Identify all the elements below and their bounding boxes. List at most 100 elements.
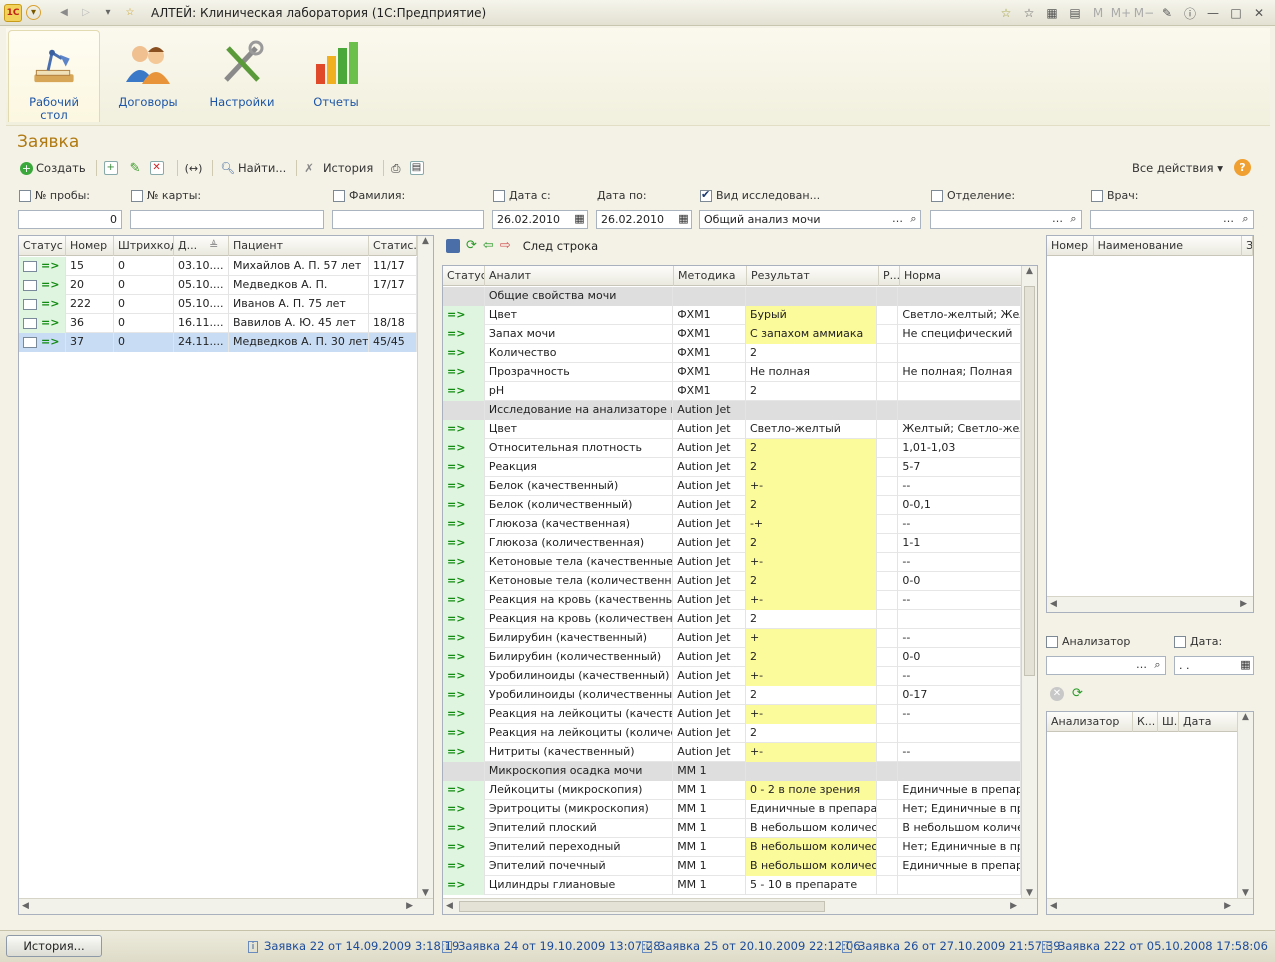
section-reports[interactable]: Отчеты [290,30,382,122]
history-link[interactable]: i Заявка 26 от 27.10.2009 21:57:39 [842,939,1061,953]
result-cell[interactable]: С запахом аммиака [745,325,878,344]
result-cell[interactable]: +- [745,553,878,572]
history-link[interactable]: i Заявка 25 от 20.10.2009 22:12:06 [642,939,861,953]
group-row[interactable]: Общие свойства мочи [443,287,1021,306]
tools-menu-icon[interactable]: ✎ [1157,3,1177,23]
group-row[interactable]: Микроскопия осадка мочи ММ 1 [443,762,1021,781]
filter-department-checkbox[interactable] [931,189,943,202]
all-actions-menu[interactable]: Все действия ▾ [1132,161,1223,175]
column-header[interactable]: Статус [19,236,66,256]
analyzers-hscroll[interactable]: ◀ ▶ [1047,898,1253,914]
result-cell[interactable]: 2 [745,458,878,477]
preview-button[interactable]: ▤ [407,158,430,178]
search-icon[interactable]: ⌕ [1065,211,1082,228]
calendar-icon[interactable]: ▦ [675,211,692,228]
add-favorite-icon[interactable]: ☆ [996,3,1016,23]
select-ellipsis-button[interactable]: … [889,211,906,228]
result-cell[interactable]: 2 [745,496,878,515]
table-row[interactable]: => Кетоновые тела (качественные) Aution Je… [443,553,1021,572]
column-header[interactable]: Номер [66,236,114,256]
favorites-icon[interactable]: ☆ [1019,3,1039,23]
calculator-icon[interactable]: ▤ [1065,3,1085,23]
main-menu-icon[interactable]: ▾ [26,5,41,20]
analyzers-grid[interactable]: Анализатор К... Ш. Дата ▲ ▼ ◀ ▶ [1046,711,1254,915]
info-icon[interactable]: ⓘ [1180,3,1200,23]
find-button[interactable]: 🔍︎ Найти... [217,158,289,178]
column-header[interactable]: Наименование [1094,236,1243,256]
filter-department[interactable]: Отделение: [931,189,1015,202]
next-row-button[interactable]: След строка [523,239,598,253]
link-button[interactable]: (↔) [182,158,206,178]
favorite-star-icon[interactable]: ☆ [121,4,139,22]
calendar-icon[interactable]: ▦ [1042,3,1062,23]
result-cell[interactable] [745,287,878,306]
table-row[interactable]: => Реакция на кровь (количественн... Autio… [443,610,1021,629]
table-row[interactable]: => Эритроциты (микроскопия) ММ 1 Единичные … [443,800,1021,819]
table-row[interactable]: => Прозрачность ФХМ1 Не полная Не полная; По… [443,363,1021,382]
table-row[interactable]: => Билирубин (качественный) Aution Jet + -- [443,629,1021,648]
group-row[interactable]: Исследование на анализаторе м... Aution J… [443,401,1021,420]
column-header[interactable]: Норма [900,266,1023,286]
filter-doctor[interactable]: Врач: [1091,189,1138,202]
filter-card-checkbox[interactable] [131,189,143,202]
table-row[interactable]: => Лейкоциты (микроскопия) ММ 10 - 2 в пол… [443,781,1021,800]
analyses-grid[interactable]: Статус Аналит Методика Результат Р... Но… [442,265,1038,915]
column-header[interactable]: Д... ≜ [174,236,229,256]
result-cell[interactable]: 0 - 2 в поле зрения [745,781,878,800]
filter-surname-checkbox[interactable] [333,189,345,202]
result-cell[interactable]: +- [745,667,878,686]
filter-date-from[interactable]: Дата с: [493,189,551,202]
result-cell[interactable]: В небольшом количес... [745,838,878,857]
select-ellipsis-button[interactable]: … [1220,211,1237,228]
result-cell[interactable]: 2 [746,382,878,401]
analyses-vscroll[interactable]: ▲ ▼ [1021,266,1037,900]
close-icon[interactable]: ✕ [1249,3,1269,23]
section-contracts[interactable]: Договоры [102,30,194,122]
column-header[interactable]: Пациент [229,236,369,256]
card-no-input[interactable] [130,210,324,229]
table-row[interactable]: => Эпителий переходный ММ 1В небольшом кол… [443,838,1021,857]
search-icon[interactable]: ⌕ [1237,211,1254,228]
table-row[interactable]: => 36 0 16.11.... Вавилов А. Ю. 45 лет 18/18 [19,314,417,333]
filter-date-from-checkbox[interactable] [493,189,505,202]
orders-vscroll[interactable]: ▲ ▼ [417,236,433,900]
table-row[interactable]: =>ЦветФХМ1Бурый Светло-желтый; Желть [443,306,1021,325]
column-header[interactable]: Аналит [485,266,674,286]
section-settings[interactable]: Настройки [196,30,288,122]
date-checkbox[interactable] [1174,635,1186,648]
result-cell[interactable]: 2 [745,534,878,553]
app-logo-icon[interactable]: 1С [4,3,22,22]
column-header[interactable]: Методика [674,266,747,286]
result-cell[interactable] [745,762,878,781]
filter-sample-no[interactable]: № пробы: [19,189,90,202]
column-header[interactable]: Р... [879,266,900,286]
orders-hscroll[interactable]: ◀ ▶ [19,898,433,914]
result-cell[interactable]: 2 [746,724,878,743]
print-button[interactable]: ⎙ [388,158,403,178]
filter-research-checkbox[interactable] [700,188,712,202]
history-button[interactable]: История... [6,935,102,957]
specimens-grid[interactable]: Номер Наименование З ◀ ▶ [1046,235,1254,613]
result-cell[interactable]: Не полная [746,363,878,382]
cancel-search-button[interactable]: ✗ [301,158,317,178]
result-cell[interactable]: +- [745,477,878,496]
select-ellipsis-button[interactable]: … [1133,657,1150,674]
result-cell[interactable]: Единичные в препарате. [746,800,878,819]
surname-input[interactable] [332,210,484,229]
memory-plus-button[interactable]: M+ [1111,3,1131,23]
section-desktop[interactable]: Рабочий стол [8,30,100,122]
analyzer-checkbox[interactable] [1046,635,1058,648]
refresh-icon[interactable]: ⟳ [1072,686,1083,701]
filter-sample-checkbox[interactable] [19,189,31,202]
result-cell[interactable]: 2 [745,648,878,667]
table-row[interactable]: => 37 0 24.11.... Медведков А. П. 30 лет 45/4… [19,333,417,352]
help-button[interactable]: ? [1234,159,1251,176]
table-row[interactable]: => Цвет Aution Jet Светло-желтый Желтый; Све… [443,420,1021,439]
table-row[interactable]: => Кетоновые тела (количественные) Aution … [443,572,1021,591]
analyzer-filter[interactable]: Анализатор [1046,635,1130,648]
table-row[interactable]: => Запах мочи ФХМ1 С запахом аммиака Не спец… [443,325,1021,344]
column-header[interactable]: Статис... [369,236,417,256]
result-cell[interactable]: Светло-желтый [746,420,878,439]
back-icon[interactable]: ◀ [55,4,73,22]
result-cell[interactable]: -+ [745,515,878,534]
